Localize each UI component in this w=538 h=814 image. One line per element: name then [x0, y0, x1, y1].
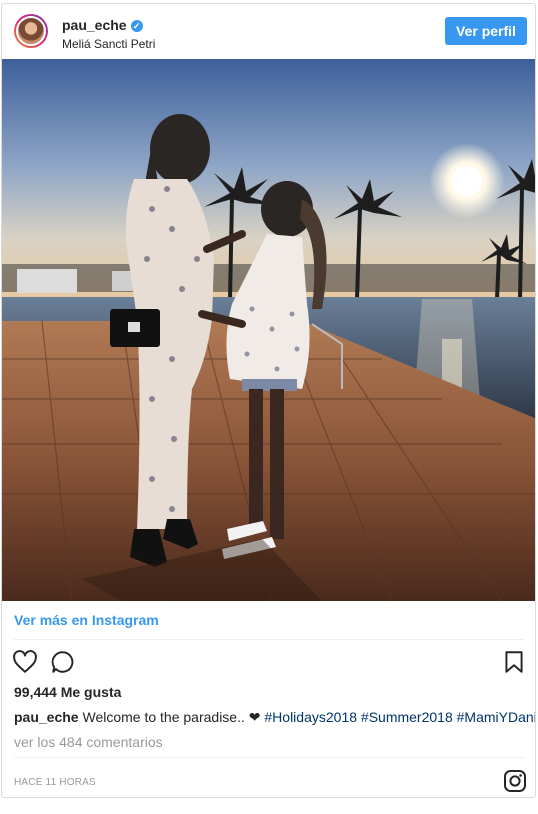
- view-comments-link[interactable]: ver los 484 comentarios: [14, 734, 163, 750]
- location[interactable]: Meliá Sancti Petri: [62, 37, 155, 51]
- heart-icon[interactable]: [12, 649, 38, 675]
- view-profile-button[interactable]: Ver perfil: [445, 17, 527, 45]
- divider: [14, 639, 525, 640]
- caption-username[interactable]: pau_eche: [14, 709, 79, 725]
- likes-count[interactable]: 99,444 Me gusta: [14, 684, 121, 700]
- divider: [14, 757, 525, 758]
- avatar[interactable]: [14, 14, 48, 48]
- post-timestamp: HACE 11 HORAS: [14, 777, 96, 788]
- verified-badge-icon: ✓: [130, 20, 143, 32]
- post-photo[interactable]: [2, 59, 535, 601]
- caption: pau_eche Welcome to the paradise.. ❤ #Ho…: [14, 709, 535, 726]
- comment-bubble-icon[interactable]: [50, 649, 76, 675]
- avatar-image: [16, 16, 46, 46]
- caption-text: Welcome to the paradise..: [82, 709, 245, 725]
- bookmark-icon[interactable]: [501, 649, 527, 675]
- post-header: pau_eche ✓ Meliá Sancti Petri Ver perfil: [2, 4, 535, 59]
- hashtag[interactable]: #Holidays2018: [264, 709, 357, 725]
- action-bar: [12, 649, 527, 677]
- heart-emoji: ❤: [248, 709, 261, 725]
- hashtag[interactable]: #MamiYDani: [457, 709, 535, 725]
- username-text[interactable]: pau_eche: [62, 17, 127, 33]
- hashtag[interactable]: #Summer2018: [361, 709, 453, 725]
- instagram-logo-icon[interactable]: [503, 769, 527, 793]
- username[interactable]: pau_eche ✓: [62, 17, 143, 33]
- instagram-embed-card: pau_eche✓ Meliá Sancti Petri Ver perfil: [1, 3, 536, 798]
- view-more-on-instagram-link[interactable]: Ver más en Instagram: [14, 612, 159, 628]
